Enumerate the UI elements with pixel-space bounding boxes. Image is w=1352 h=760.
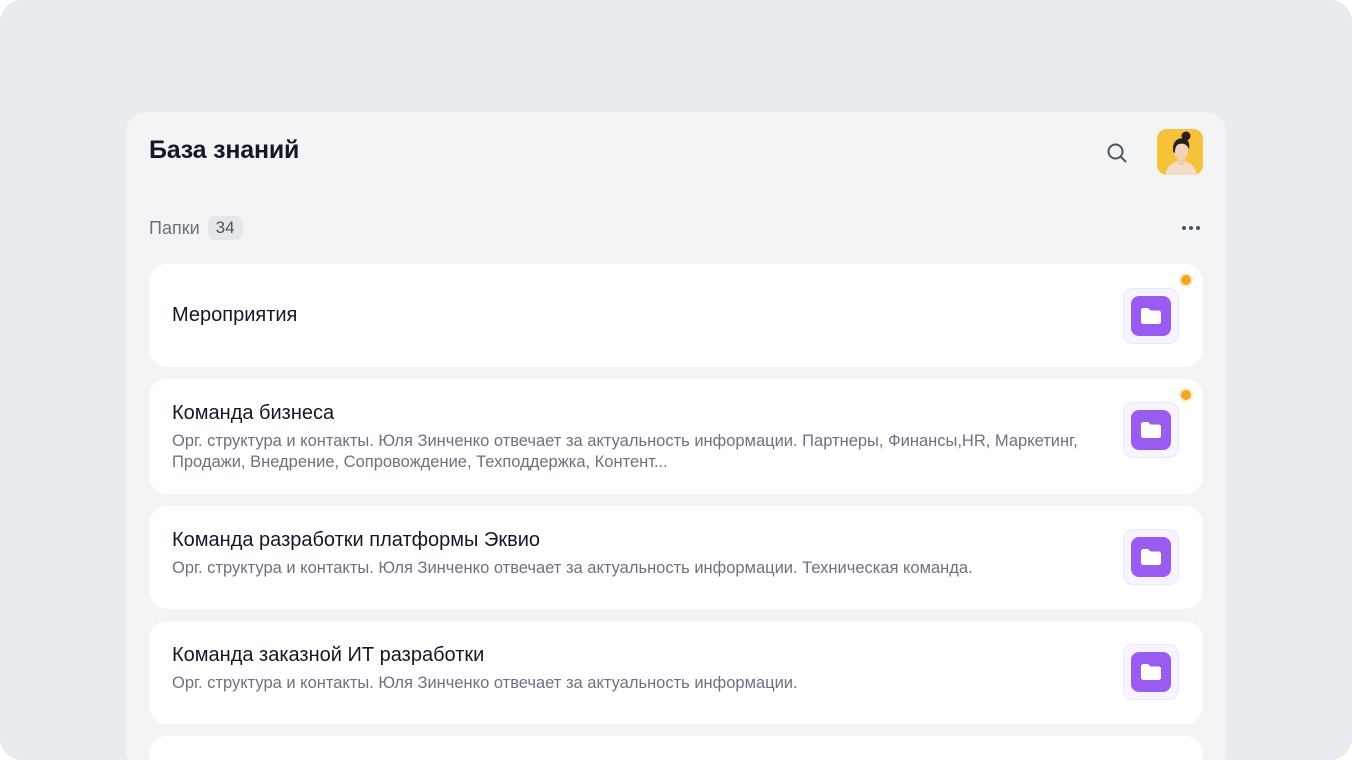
unread-indicator [1181, 275, 1191, 285]
search-button[interactable] [1102, 138, 1132, 168]
folder-icon [1141, 549, 1161, 565]
folder-card[interactable]: Команда разработки платформы Эквио Орг. … [149, 506, 1203, 609]
more-horizontal-icon [1182, 226, 1200, 230]
folder-icon [1141, 308, 1161, 324]
folders-count-badge: 34 [207, 216, 243, 240]
folder-card-title: Команда заказной ИТ разработки [172, 644, 485, 666]
folder-card-description: Орг. структура и контакты. Юля Зинченко … [172, 432, 1078, 471]
search-icon [1107, 143, 1127, 163]
more-button[interactable] [1179, 218, 1203, 238]
folder-card-title: Команда бизнеса [172, 402, 335, 424]
user-avatar-image [1157, 129, 1203, 175]
folder-card[interactable] [149, 736, 1203, 760]
folders-label: Папки [149, 217, 200, 238]
app-background: База знаний Папки 34 Мероприятия Команда… [0, 0, 1352, 760]
folder-tile [1123, 529, 1179, 585]
folder-tile [1123, 644, 1179, 700]
folder-tile [1123, 288, 1179, 344]
folder-card[interactable]: Команда заказной ИТ разработки Орг. стру… [149, 621, 1203, 724]
folder-icon [1141, 664, 1161, 680]
knowledge-base-panel: База знаний Папки 34 Мероприятия Команда… [126, 112, 1226, 760]
folder-icon [1141, 422, 1161, 438]
folder-card[interactable]: Команда бизнеса Орг. структура и контакт… [149, 379, 1203, 494]
user-avatar[interactable] [1157, 129, 1203, 175]
folders-header: Папки 34 [149, 216, 243, 240]
folder-card-title: Команда разработки платформы Эквио [172, 529, 541, 551]
unread-indicator [1181, 390, 1191, 400]
folder-card-title: Мероприятия [172, 304, 298, 326]
page-title: База знаний [149, 136, 300, 164]
folder-card-description: Орг. структура и контакты. Юля Зинченко … [172, 559, 973, 577]
folder-tile [1123, 402, 1179, 458]
folder-card-description: Орг. структура и контакты. Юля Зинченко … [172, 674, 798, 692]
folder-card[interactable]: Мероприятия [149, 264, 1203, 367]
